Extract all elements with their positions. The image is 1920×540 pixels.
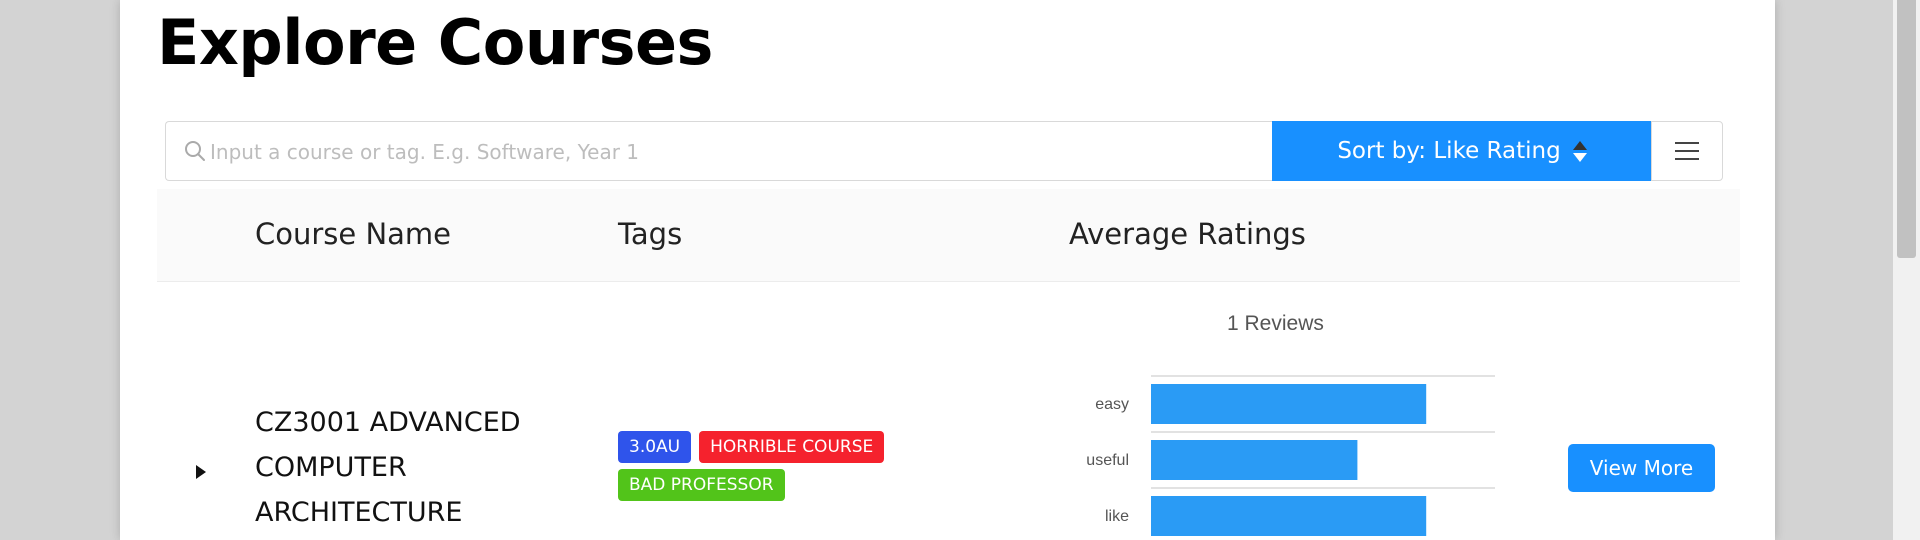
caret-right-icon <box>196 465 206 479</box>
chart-bar-useful <box>1151 440 1358 480</box>
expand-row-button[interactable] <box>189 460 213 484</box>
search-input[interactable] <box>210 130 1260 174</box>
table-header: Course Name Tags Average Ratings <box>157 189 1740 282</box>
tag-horrible-course[interactable]: HORRIBLE COURSE <box>699 431 885 463</box>
tag-bad-professor[interactable]: BAD PROFESSOR <box>618 469 785 501</box>
course-name: CZ3001 ADVANCED COMPUTER ARCHITECTURE <box>255 407 521 528</box>
column-header-course-name: Course Name <box>255 217 452 251</box>
chart-category-label-easy: easy <box>1095 396 1129 413</box>
chart-category-label-like: like <box>1105 508 1129 525</box>
search-bar: Sort by: Like Rating <box>165 121 1723 181</box>
ratings-chart: easy useful like <box>1086 375 1495 536</box>
search-icon <box>185 141 205 161</box>
hamburger-menu-icon <box>1675 142 1699 160</box>
column-header-tags: Tags <box>618 217 683 251</box>
tag-list: 3.0AU HORRIBLE COURSE BAD PROFESSOR <box>618 431 918 507</box>
sort-button-label: Sort by: Like Rating <box>1337 138 1561 164</box>
menu-button[interactable] <box>1651 121 1723 181</box>
tag-credits[interactable]: 3.0AU <box>618 431 692 463</box>
chart-bar-easy <box>1151 384 1427 424</box>
column-header-average-ratings: Average Ratings <box>1069 217 1306 251</box>
page-title: Explore Courses <box>157 6 713 79</box>
search-field <box>165 121 1273 181</box>
page-container: Explore Courses Sort by: Like Rating <box>120 0 1775 540</box>
chart-bar-like <box>1151 496 1427 536</box>
scrollbar-thumb[interactable] <box>1897 0 1916 258</box>
scrollbar[interactable] <box>1893 0 1920 540</box>
sort-button[interactable]: Sort by: Like Rating <box>1272 121 1652 181</box>
view-more-button[interactable]: View More <box>1568 444 1715 492</box>
table-row: CZ3001 ADVANCED COMPUTER ARCHITECTURE 3.… <box>157 282 1740 540</box>
sort-arrows-icon <box>1572 140 1587 162</box>
chart-category-label-useful: useful <box>1086 452 1129 469</box>
reviews-count: 1 Reviews <box>1227 312 1324 335</box>
